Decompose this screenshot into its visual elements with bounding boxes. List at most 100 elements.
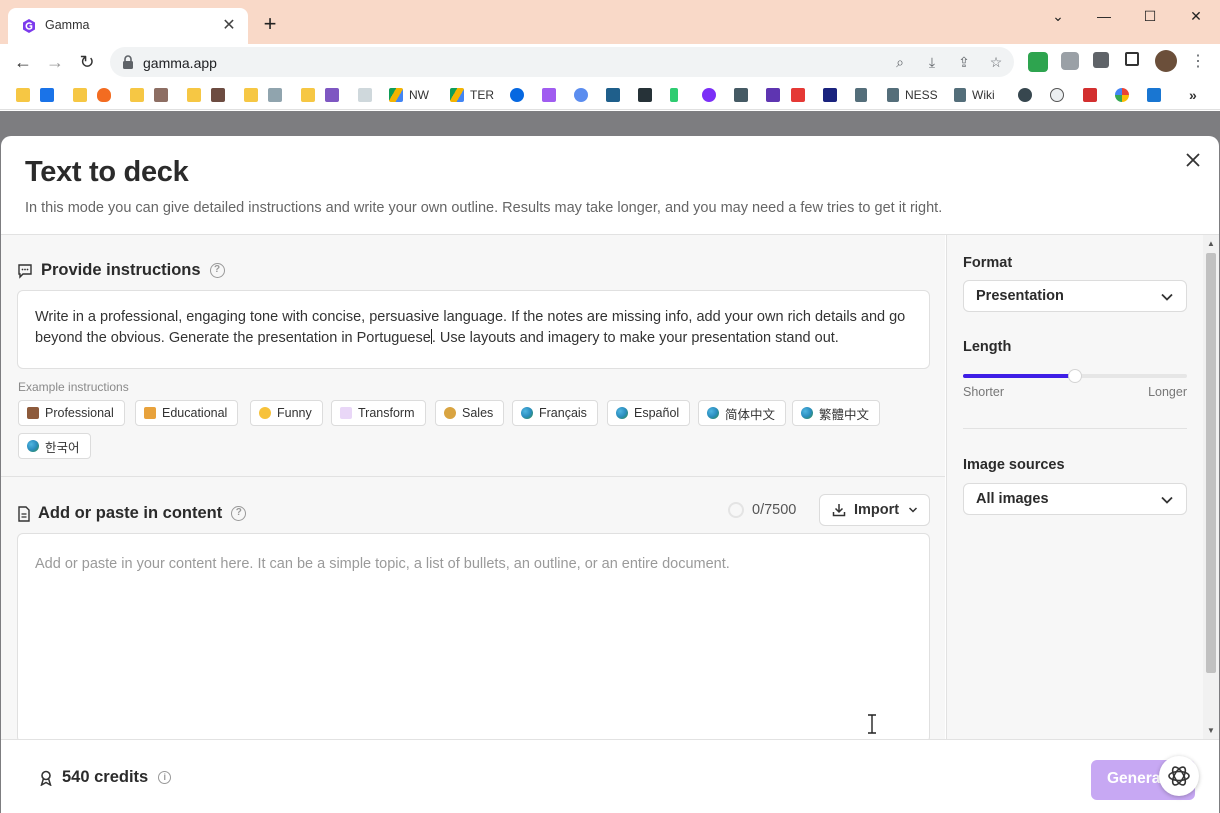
chat-bubble-icon [18, 263, 32, 279]
example-chip-funny[interactable]: Funny [250, 400, 323, 426]
info-icon[interactable]: i [158, 771, 172, 784]
example-chip-transform[interactable]: Transform [331, 400, 426, 426]
scroll-down-arrow-icon[interactable]: ▼ [1207, 726, 1215, 735]
school-icon [144, 407, 156, 419]
bookmark-folder[interactable] [130, 86, 144, 104]
bookmark-drive-nw[interactable]: NW [389, 86, 429, 104]
bookmark-chart-icon[interactable] [734, 86, 748, 104]
example-chip-espanol[interactable]: Español [607, 400, 691, 426]
bookmark-doc-icon[interactable] [358, 86, 372, 104]
length-label: Length [963, 339, 1012, 355]
extensions-puzzle-icon[interactable] [1093, 52, 1109, 68]
briefcase-icon [27, 407, 39, 419]
side-panel-icon[interactable] [1125, 52, 1139, 66]
share-icon[interactable]: ⇪ [954, 52, 974, 72]
bookmark-item[interactable] [40, 86, 54, 104]
extension-eyedropper-icon[interactable] [1061, 52, 1079, 70]
bookmark-list-icon[interactable] [766, 86, 780, 104]
bookmark-magic-icon[interactable] [542, 86, 556, 104]
bookmark-bubble-icon[interactable] [702, 86, 716, 104]
close-icon[interactable] [1183, 150, 1203, 170]
bookmark-star-icon[interactable]: ☆ [986, 52, 1006, 72]
format-select[interactable]: Presentation [963, 280, 1187, 312]
bookmark-google-icon[interactable] [1115, 86, 1129, 104]
text-cursor-icon [868, 714, 876, 734]
extension-icon[interactable] [1028, 52, 1048, 72]
bookmark-x-icon[interactable] [791, 86, 805, 104]
bookmark-folder[interactable] [73, 86, 87, 104]
bookmark-robot-icon[interactable] [268, 86, 282, 104]
bookmark-wiki[interactable]: Wiki [954, 86, 995, 104]
image-sources-select[interactable]: All images [963, 483, 1187, 515]
maximize-button[interactable]: ☐ [1127, 6, 1173, 26]
help-icon[interactable]: ? [209, 263, 225, 278]
bookmark-ness[interactable]: NESS [887, 86, 938, 104]
minimize-button[interactable]: — [1081, 6, 1127, 26]
bookmark-folder[interactable] [187, 86, 201, 104]
chevron-down-icon [1161, 293, 1173, 301]
globe-icon [616, 407, 628, 419]
bookmark-folder[interactable] [244, 86, 258, 104]
image-sources-value: All images [976, 491, 1049, 507]
section-divider [1, 476, 945, 477]
example-chip-educational[interactable]: Educational [135, 400, 239, 426]
example-chip-sales[interactable]: Sales [435, 400, 505, 426]
reload-button[interactable]: ↻ [74, 50, 100, 74]
lock-icon [123, 55, 133, 69]
bookmark-round-icon[interactable] [1018, 86, 1032, 104]
image-sources-label: Image sources [963, 457, 1065, 473]
address-bar[interactable]: gamma.app ⌕ ⤓ ⇪ ☆ [110, 47, 1014, 77]
bookmark-people-icon[interactable] [325, 86, 339, 104]
bookmark-app-icon[interactable] [638, 86, 652, 104]
globe-icon [521, 407, 533, 419]
tab-close-icon[interactable]: ✕ [218, 15, 240, 37]
bookmark-folder[interactable] [301, 86, 315, 104]
openai-assistant-button[interactable] [1159, 756, 1199, 796]
bookmark-folder[interactable] [16, 86, 30, 104]
help-icon[interactable]: ? [231, 506, 247, 521]
new-tab-button[interactable]: + [258, 13, 282, 37]
bookmark-chat-icon[interactable] [606, 86, 620, 104]
bookmark-red-icon[interactable] [1083, 86, 1097, 104]
window-close-button[interactable]: ✕ [1173, 6, 1219, 26]
content-textarea[interactable]: Add or paste in your content here. It ca… [17, 533, 930, 743]
browser-tab[interactable]: Gamma ✕ [8, 8, 248, 44]
forward-button[interactable]: → [42, 50, 68, 74]
menu-kebab-icon[interactable]: ⋮ [1188, 52, 1208, 72]
search-icon[interactable]: ⌕ [890, 52, 910, 72]
scrollbar[interactable]: ▲ ▼ [1203, 235, 1219, 739]
bookmark-briefcase-icon[interactable] [211, 86, 225, 104]
instructions-textarea[interactable]: Write in a professional, engaging tone w… [17, 290, 930, 369]
bookmark-app2-icon[interactable] [1147, 86, 1161, 104]
scroll-up-arrow-icon[interactable]: ▲ [1207, 239, 1215, 248]
profile-avatar[interactable] [1155, 50, 1177, 72]
example-chip-simplified-chinese[interactable]: 简体中文 [698, 400, 787, 426]
tab-search-icon[interactable]: ⌄ [1035, 6, 1081, 26]
example-chip-korean[interactable]: 한국어 [18, 433, 91, 459]
example-chip-professional[interactable]: Professional [18, 400, 125, 426]
slider-handle[interactable] [1068, 369, 1082, 383]
scrollbar-thumb[interactable] [1206, 253, 1216, 673]
bookmark-tool-icon[interactable] [154, 86, 168, 104]
bookmark-ghost-icon[interactable] [1050, 86, 1064, 104]
format-label: Format [963, 255, 1013, 271]
bookmark-chevron-icon[interactable] [670, 86, 678, 104]
url-text: gamma.app [143, 55, 217, 71]
bookmark-circle-icon[interactable] [574, 86, 588, 104]
bookmark-meta-icon[interactable] [510, 86, 524, 104]
length-slider[interactable] [963, 369, 1187, 383]
install-icon[interactable]: ⤓ [922, 52, 942, 72]
example-chip-traditional-chinese[interactable]: 繁體中文 [792, 400, 881, 426]
character-counter: 0/7500 [728, 502, 796, 518]
back-button[interactable]: ← [10, 50, 36, 74]
divider [963, 428, 1187, 429]
settings-pane: Format Presentation Length Shorter Longe… [946, 235, 1203, 739]
bookmark-branch-icon[interactable] [855, 86, 867, 104]
bookmarks-overflow-icon[interactable]: » [1189, 86, 1197, 104]
browser-titlebar: Gamma ✕ + ⌄ — ☐ ✕ [0, 0, 1220, 44]
bookmark-mb-icon[interactable] [823, 86, 837, 104]
example-chip-francais[interactable]: Français [512, 400, 598, 426]
import-button[interactable]: Import [819, 494, 930, 526]
bookmark-drive-ter[interactable]: TER [450, 86, 494, 104]
bookmark-fire-icon[interactable] [97, 86, 111, 104]
